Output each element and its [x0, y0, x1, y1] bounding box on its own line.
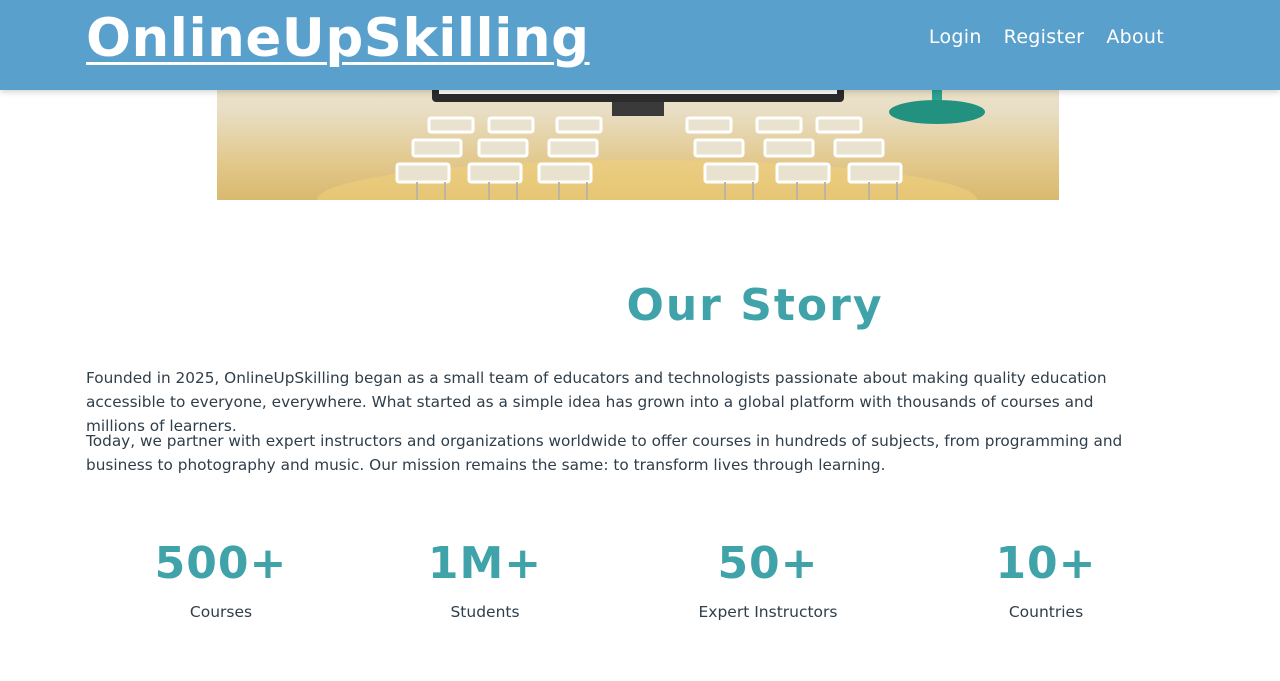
story-paragraph-1: Founded in 2025, OnlineUpSkilling began …: [86, 369, 1107, 435]
stat-label: Countries: [1008, 603, 1084, 621]
our-story-heading: Our Story: [626, 280, 884, 331]
nav-about-link[interactable]: About: [1106, 26, 1164, 48]
nav-register-link[interactable]: Register: [1004, 26, 1085, 48]
stat-label: Courses: [189, 603, 253, 621]
stat-label: Students: [450, 603, 520, 621]
site-header: OnlineUpSkilling Login Register About: [0, 0, 1280, 90]
stat-value: 1M+: [427, 538, 543, 589]
nav-login-link[interactable]: Login: [929, 26, 982, 48]
stat-courses: 500+ Courses: [71, 535, 371, 621]
stat-value: 10+: [995, 538, 1097, 589]
stat-instructors: 50+ Expert Instructors: [618, 535, 918, 621]
stat-countries: 10+ Countries: [896, 535, 1196, 621]
site-logo-link[interactable]: OnlineUpSkilling: [86, 8, 590, 69]
stat-students: 1M+ Students: [335, 535, 635, 621]
story-paragraph-2: Today, we partner with expert instructor…: [86, 432, 1123, 474]
stat-label: Expert Instructors: [698, 603, 838, 621]
stat-value: 500+: [154, 538, 288, 589]
main-nav: Login Register About: [929, 26, 1164, 48]
stat-value: 50+: [717, 538, 819, 589]
